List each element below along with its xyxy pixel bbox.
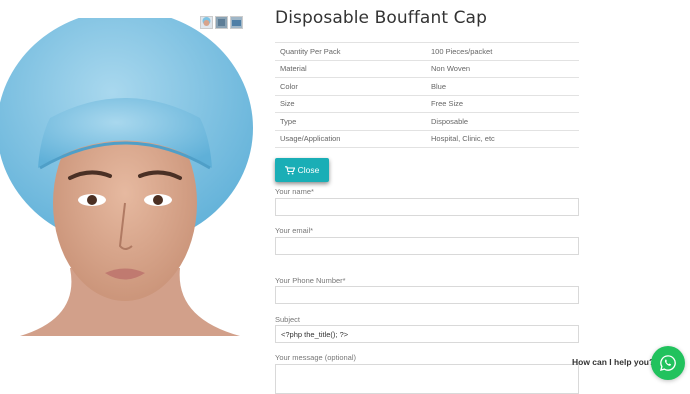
spec-value: 100 Pieces/packet (426, 42, 579, 60)
email-field[interactable] (275, 237, 579, 255)
chat-help-text: How can I help you? (572, 357, 655, 367)
spec-key: Size (275, 94, 426, 113)
spec-row: Color Blue (275, 77, 579, 95)
product-title: Disposable Bouffant Cap (275, 8, 487, 28)
spec-row: Quantity Per Pack 100 Pieces/packet (275, 42, 579, 60)
spec-value: Blue (426, 77, 579, 95)
spec-row: Usage/Application Hospital, Clinic, etc (275, 129, 579, 148)
spec-value: Free Size (426, 94, 579, 113)
spec-key: Usage/Application (275, 129, 426, 148)
subject-label: Subject (275, 315, 301, 324)
name-field[interactable] (275, 198, 579, 216)
spec-value: Hospital, Clinic, etc (426, 129, 579, 148)
thumbnail-3[interactable] (230, 16, 243, 29)
thumbnail-1[interactable] (200, 16, 213, 29)
cart-icon (284, 165, 295, 174)
whatsapp-button[interactable] (651, 346, 685, 380)
spec-row: Size Free Size (275, 94, 579, 113)
whatsapp-icon (660, 355, 676, 371)
email-label: Your email* (275, 226, 314, 235)
spec-table: Quantity Per Pack 100 Pieces/packet Materi… (275, 42, 579, 148)
spec-value: Disposable (426, 112, 579, 130)
spec-key: Type (275, 112, 426, 130)
spec-key: Quantity Per Pack (275, 42, 426, 60)
message-field[interactable] (275, 364, 579, 394)
message-label: Your message (optional) (275, 353, 357, 362)
close-button[interactable]: Close (275, 158, 329, 182)
thumbnail-strip (200, 16, 243, 29)
thumbnail-2[interactable] (215, 16, 228, 29)
subject-field[interactable] (275, 325, 579, 343)
spec-row: Material Non Woven (275, 59, 579, 78)
phone-field[interactable] (275, 286, 579, 304)
spec-value: Non Woven (426, 59, 579, 78)
close-label: Close (297, 165, 320, 175)
phone-label: Your Phone Number* (275, 276, 346, 285)
product-image (0, 18, 253, 336)
name-label: Your name* (275, 187, 314, 196)
spec-key: Material (275, 59, 426, 78)
spec-row: Type Disposable (275, 112, 579, 130)
spec-key: Color (275, 77, 426, 95)
